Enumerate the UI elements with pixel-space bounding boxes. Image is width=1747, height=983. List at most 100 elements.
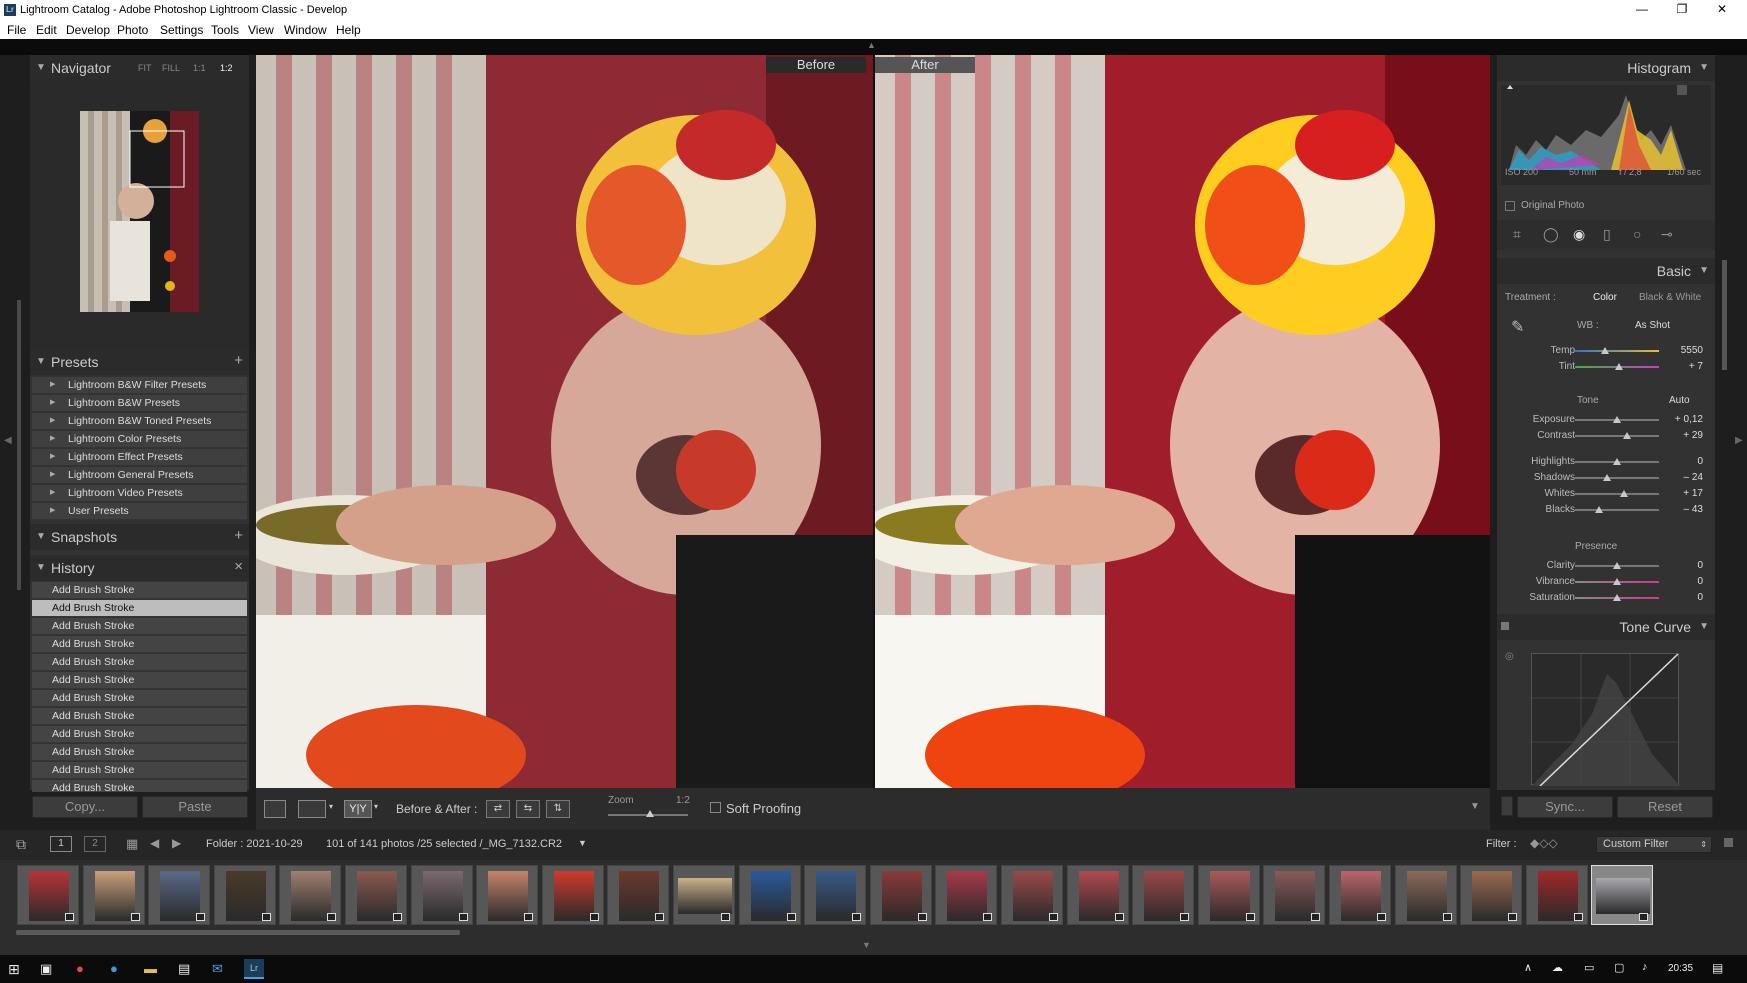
filmstrip-thumbnail[interactable] xyxy=(476,865,539,925)
before-photo[interactable]: Before xyxy=(256,55,873,788)
tone-curve-graph[interactable] xyxy=(1531,653,1680,787)
chevron-down-icon[interactable]: ▾ xyxy=(374,802,378,811)
expand-triangle-icon[interactable]: ▶ xyxy=(50,470,55,478)
adjustment-brush-icon[interactable]: ⊸ xyxy=(1661,226,1673,243)
vibrance-knob[interactable] xyxy=(1613,578,1621,585)
paste-button[interactable]: Paste xyxy=(142,796,248,818)
collapse-top-icon[interactable]: ▲ xyxy=(867,40,876,50)
clear-history-icon[interactable]: × xyxy=(234,558,243,575)
clarity-knob[interactable] xyxy=(1613,562,1621,569)
filmstrip-thumbnail[interactable] xyxy=(804,865,867,925)
filmstrip-thumbnail[interactable] xyxy=(1460,865,1523,925)
radial-filter-icon[interactable]: ○ xyxy=(1633,226,1641,242)
expand-triangle-icon[interactable]: ▶ xyxy=(50,452,55,460)
right-scrollbar[interactable] xyxy=(1722,260,1727,370)
spot-removal-icon[interactable]: ◯ xyxy=(1543,226,1559,243)
nav-fit[interactable]: FIT xyxy=(138,63,152,73)
snapshots-header[interactable]: ▼ Snapshots + xyxy=(30,524,249,550)
whites-value[interactable]: + 17 xyxy=(1683,488,1703,499)
preset-folder[interactable]: ▶ Lightroom Color Presets xyxy=(32,431,247,448)
image-area[interactable]: Before After xyxy=(256,55,1490,788)
volume-icon[interactable]: ♪ xyxy=(1642,961,1648,973)
menu-tools[interactable]: Tools xyxy=(211,23,239,37)
copy-button[interactable]: Copy... xyxy=(32,796,138,818)
preset-folder[interactable]: ▶ User Presets xyxy=(32,503,247,520)
add-preset-icon[interactable]: + xyxy=(234,352,243,369)
second-window-button[interactable]: 2 xyxy=(84,836,106,852)
menu-edit[interactable]: Edit xyxy=(36,23,57,37)
menu-photo[interactable]: Photo xyxy=(117,23,148,37)
wb-eyedropper-icon[interactable]: ✎ xyxy=(1511,317,1524,337)
history-item[interactable]: Add Brush Stroke xyxy=(32,654,247,671)
graduated-filter-icon[interactable]: ▯ xyxy=(1603,226,1611,243)
swap-before-after-icon[interactable]: ⇅ xyxy=(546,800,570,818)
collapse-triangle-icon[interactable]: ▼ xyxy=(1699,62,1709,73)
contrast-slider-row[interactable]: Contrast + 29 xyxy=(1497,428,1715,444)
whites-knob[interactable] xyxy=(1619,490,1628,497)
main-window-button[interactable]: 1 xyxy=(50,836,72,852)
onedrive-icon[interactable]: ☁ xyxy=(1552,961,1563,974)
reference-view-icon[interactable] xyxy=(298,800,326,818)
filmstrip-thumbnail[interactable] xyxy=(935,865,998,925)
basic-header[interactable]: Basic ▼ xyxy=(1497,258,1715,284)
filmstrip-thumbnail[interactable] xyxy=(17,865,79,925)
expand-triangle-icon[interactable]: ▶ xyxy=(50,380,55,388)
menu-file[interactable]: File xyxy=(7,23,26,37)
history-item-selected[interactable]: Add Brush Stroke xyxy=(32,600,247,617)
menu-help[interactable]: Help xyxy=(336,23,361,37)
before-after-view-icon[interactable]: Y|Y xyxy=(344,800,372,818)
expand-triangle-icon[interactable]: ▶ xyxy=(50,506,55,514)
menu-settings[interactable]: Settings xyxy=(160,23,203,37)
collapse-triangle-icon[interactable]: ▼ xyxy=(36,531,46,542)
history-item[interactable]: Add Brush Stroke xyxy=(32,708,247,725)
preset-folder[interactable]: ▶ Lightroom B&W Toned Presets xyxy=(32,413,247,430)
collapse-triangle-icon[interactable]: ▼ xyxy=(1699,621,1709,632)
crop-icon[interactable]: ⌗ xyxy=(1513,226,1521,243)
secondary-display-icon[interactable]: ⧉ xyxy=(16,836,26,853)
tint-slider-row[interactable]: Tint + 7 xyxy=(1497,359,1715,375)
filmstrip-thumbnail[interactable] xyxy=(1591,865,1654,925)
copy-before-to-after-icon[interactable]: ⇄ xyxy=(486,800,510,818)
filmstrip-thumbnail[interactable] xyxy=(1066,865,1129,925)
filmstrip-thumbnail[interactable] xyxy=(1525,865,1588,925)
temp-slider-row[interactable]: Temp 5550 xyxy=(1497,343,1715,359)
collapse-triangle-icon[interactable]: ▼ xyxy=(1699,265,1709,276)
after-photo[interactable]: After xyxy=(875,55,1490,788)
navigator-thumbnail[interactable] xyxy=(30,81,249,349)
highlights-slider-row[interactable]: Highlights 0 xyxy=(1497,454,1715,470)
filter-dropdown[interactable]: Custom Filter ⇕ xyxy=(1596,836,1712,853)
preset-folder[interactable]: ▶ Lightroom B&W Filter Presets xyxy=(32,377,247,394)
tint-knob[interactable] xyxy=(1614,363,1623,370)
filmstrip-thumbnail[interactable] xyxy=(1263,865,1326,925)
filmstrip-thumbnail[interactable] xyxy=(345,865,407,925)
shadows-value[interactable]: – 24 xyxy=(1684,472,1703,483)
preset-folder[interactable]: ▶ Lightroom General Presets xyxy=(32,467,247,484)
filmstrip-thumbnail[interactable] xyxy=(673,865,735,925)
vibrance-slider-row[interactable]: Vibrance 0 xyxy=(1497,574,1715,590)
filmstrip-thumbnail[interactable] xyxy=(607,865,670,925)
contrast-value[interactable]: + 29 xyxy=(1683,430,1703,441)
preset-folder[interactable]: ▶ Lightroom Effect Presets xyxy=(32,449,247,466)
contrast-knob[interactable] xyxy=(1623,432,1632,439)
lightroom-taskbar-icon[interactable]: Lr xyxy=(244,959,264,979)
navigator-header[interactable]: ▼ Navigator FIT FILL 1:1 1:2 xyxy=(30,55,249,81)
shadows-knob[interactable] xyxy=(1602,474,1611,481)
chrome-icon[interactable]: ● xyxy=(76,961,84,976)
exposure-value[interactable]: + 0,12 xyxy=(1675,414,1703,425)
loupe-view-icon[interactable] xyxy=(264,800,286,818)
store-icon[interactable]: ▤ xyxy=(178,961,190,977)
history-item[interactable]: Add Brush Stroke xyxy=(32,636,247,653)
collapse-triangle-icon[interactable]: ▼ xyxy=(36,562,46,573)
highlights-knob[interactable] xyxy=(1613,458,1621,465)
filmstrip-thumbnail[interactable] xyxy=(148,865,211,925)
sync-button[interactable]: Sync... xyxy=(1517,796,1613,818)
collapse-right-icon[interactable]: ▶ xyxy=(1735,435,1743,446)
nav-fill[interactable]: FILL xyxy=(162,63,180,73)
folder-source[interactable]: Folder : 2021-10-29 xyxy=(206,838,303,850)
forward-arrow-icon[interactable]: ▶ xyxy=(172,836,181,850)
close-button[interactable]: ✕ xyxy=(1707,2,1737,16)
clarity-value[interactable]: 0 xyxy=(1697,560,1703,571)
filter-lock-icon[interactable] xyxy=(1724,838,1733,847)
history-item[interactable]: Add Brush Stroke xyxy=(32,582,247,599)
filmstrip-thumbnail[interactable] xyxy=(1329,865,1391,925)
